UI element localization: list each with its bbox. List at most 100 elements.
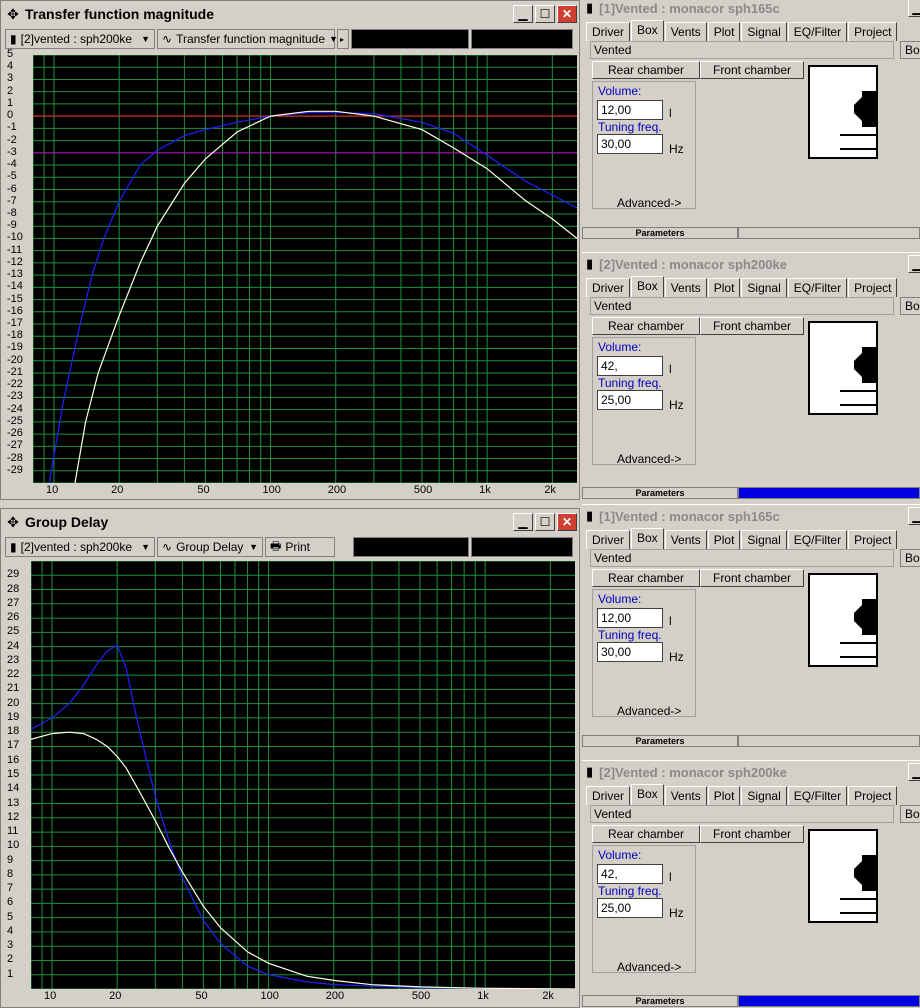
tab-eqfilter[interactable]: EQ/Filter xyxy=(787,22,848,41)
box-options-button[interactable]: Bo xyxy=(900,805,920,823)
readout-box-1 xyxy=(351,29,469,49)
tab-signal[interactable]: Signal xyxy=(741,22,787,41)
parameters-tab[interactable]: Parameters xyxy=(582,995,738,1007)
tab-box[interactable]: Box xyxy=(631,784,664,805)
y-tick-label: -27 xyxy=(7,439,23,452)
volume-input[interactable]: 12,00 xyxy=(597,608,663,628)
parameters-tab[interactable]: Parameters xyxy=(582,735,738,747)
tab-plot[interactable]: Plot xyxy=(707,530,741,549)
maximize-icon[interactable]: ☐ xyxy=(535,513,555,531)
print-button[interactable]: 🖶 Print xyxy=(265,537,335,557)
maximize-icon[interactable]: ☐ xyxy=(535,5,555,23)
minimize-icon[interactable]: ▁ xyxy=(908,255,920,273)
advanced-button[interactable]: Advanced-> xyxy=(617,960,681,974)
delay-titlebar[interactable]: ✥ Group Delay ▁ ☐ ✕ xyxy=(1,509,579,535)
y-tick-label: 26 xyxy=(7,611,20,624)
tab-eqfilter[interactable]: EQ/Filter xyxy=(787,530,848,549)
close-icon[interactable]: ✕ xyxy=(557,5,577,23)
tuning-freq-input[interactable]: 25,00 xyxy=(597,898,663,918)
advanced-button[interactable]: Advanced-> xyxy=(617,452,681,466)
parameter-window: ▮ [1]Vented : monacor sph165c ▁ DriverBo… xyxy=(582,0,920,240)
tab-signal[interactable]: Signal xyxy=(741,278,787,297)
minimize-icon[interactable]: ▁ xyxy=(513,5,533,23)
tab-vents[interactable]: Vents xyxy=(664,22,707,41)
advanced-button[interactable]: Advanced-> xyxy=(617,704,681,718)
parameters-tab[interactable]: Parameters xyxy=(582,487,738,499)
rear-chamber-button[interactable]: Rear chamber xyxy=(592,317,700,335)
tab-signal[interactable]: Signal xyxy=(741,530,787,549)
tuning-freq-input[interactable]: 25,00 xyxy=(597,390,663,410)
volume-input[interactable]: 42, xyxy=(597,864,663,884)
y-tick-label: -2 xyxy=(7,133,17,146)
minimize-icon[interactable]: ▁ xyxy=(908,0,920,17)
front-chamber-button[interactable]: Front chamber xyxy=(700,61,804,79)
volume-input[interactable]: 42, xyxy=(597,356,663,376)
tab-box[interactable]: Box xyxy=(631,528,664,549)
tab-box[interactable]: Box xyxy=(631,20,664,41)
tab-box[interactable]: Box xyxy=(631,276,664,297)
chamber-group: Volume: 12,00 l Tuning freq. 30,00 Hz Ad… xyxy=(592,589,696,718)
minimize-icon[interactable]: ▁ xyxy=(908,763,920,781)
parameter-window: ▮ [2]Vented : monacor sph200ke ▁ DriverB… xyxy=(582,760,920,1008)
minimize-icon[interactable]: ▁ xyxy=(513,513,533,531)
tab-signal[interactable]: Signal xyxy=(741,786,787,805)
rear-chamber-button[interactable]: Rear chamber xyxy=(592,61,700,79)
tab-project[interactable]: Project xyxy=(848,22,898,41)
series-line-2 xyxy=(74,110,577,483)
box-diagram-image xyxy=(808,65,878,159)
y-tick-label: -7 xyxy=(7,194,17,207)
tab-driver[interactable]: Driver xyxy=(586,278,630,297)
tab-project[interactable]: Project xyxy=(848,786,898,805)
tab-driver[interactable]: Driver xyxy=(586,786,630,805)
plot-type-selector[interactable]: ∿ Transfer function magnitude ▼ xyxy=(157,29,338,49)
toolbar-more-button[interactable]: ▸ xyxy=(337,29,349,49)
tab-vents[interactable]: Vents xyxy=(664,786,707,805)
tab-vents[interactable]: Vents xyxy=(664,278,707,297)
y-tick-label: -17 xyxy=(7,317,23,330)
rear-chamber-button[interactable]: Rear chamber xyxy=(592,825,700,843)
advanced-button[interactable]: Advanced-> xyxy=(617,196,681,210)
tab-project[interactable]: Project xyxy=(848,530,898,549)
chamber-group: Volume: 12,00 l Tuning freq. 30,00 Hz Ad… xyxy=(592,81,696,210)
tab-eqfilter[interactable]: EQ/Filter xyxy=(787,786,848,805)
y-tick-label: 20 xyxy=(7,696,20,709)
y-tick-label: 9 xyxy=(7,853,14,866)
box-options-button[interactable]: Bo xyxy=(900,549,920,567)
tuning-freq-input[interactable]: 30,00 xyxy=(597,134,663,154)
tuning-freq-input[interactable]: 30,00 xyxy=(597,642,663,662)
box-type-field: Vented xyxy=(590,549,894,567)
tab-plot[interactable]: Plot xyxy=(707,22,741,41)
front-chamber-button[interactable]: Front chamber xyxy=(700,569,804,587)
y-tick-label: 13 xyxy=(7,796,20,809)
y-tick-label: -13 xyxy=(7,268,23,281)
y-tick-label: 11 xyxy=(7,825,19,838)
rear-chamber-button[interactable]: Rear chamber xyxy=(592,569,700,587)
tab-plot[interactable]: Plot xyxy=(707,278,741,297)
transfer-titlebar[interactable]: ✥ Transfer function magnitude ▁ ☐ ✕ xyxy=(1,1,579,27)
box-options-button[interactable]: Bo xyxy=(900,297,920,315)
plot-type-selector[interactable]: ∿ Group Delay ▼ xyxy=(157,537,263,557)
volume-input[interactable]: 12,00 xyxy=(597,100,663,120)
front-chamber-button[interactable]: Front chamber xyxy=(700,317,804,335)
front-chamber-button[interactable]: Front chamber xyxy=(700,825,804,843)
project-selector[interactable]: ▮ [2]vented : sph200ke ▼ xyxy=(5,29,155,49)
tab-eqfilter[interactable]: EQ/Filter xyxy=(787,278,848,297)
box-options-button[interactable]: Bo xyxy=(900,41,920,59)
parameter-titlebar[interactable]: ▮ [1]Vented : monacor sph165c ▁ xyxy=(582,0,920,19)
tab-driver[interactable]: Driver xyxy=(586,22,630,41)
tab-plot[interactable]: Plot xyxy=(707,786,741,805)
minimize-icon[interactable]: ▁ xyxy=(908,507,920,525)
progress-bar xyxy=(738,735,920,747)
tab-driver[interactable]: Driver xyxy=(586,530,630,549)
readout-box-2 xyxy=(471,29,573,49)
y-tick-label: 21 xyxy=(7,682,20,695)
parameter-titlebar[interactable]: ▮ [2]Vented : monacor sph200ke ▁ xyxy=(582,253,920,275)
parameter-titlebar[interactable]: ▮ [1]Vented : monacor sph165c ▁ xyxy=(582,505,920,527)
parameters-tab[interactable]: Parameters xyxy=(582,227,738,239)
tab-project[interactable]: Project xyxy=(848,278,898,297)
chamber-group: Volume: 42, l Tuning freq. 25,00 Hz Adva… xyxy=(592,845,696,974)
close-icon[interactable]: ✕ xyxy=(557,513,577,531)
project-selector[interactable]: ▮ [2]vented : sph200ke ▼ xyxy=(5,537,155,557)
tab-vents[interactable]: Vents xyxy=(664,530,707,549)
parameter-titlebar[interactable]: ▮ [2]Vented : monacor sph200ke ▁ xyxy=(582,761,920,783)
